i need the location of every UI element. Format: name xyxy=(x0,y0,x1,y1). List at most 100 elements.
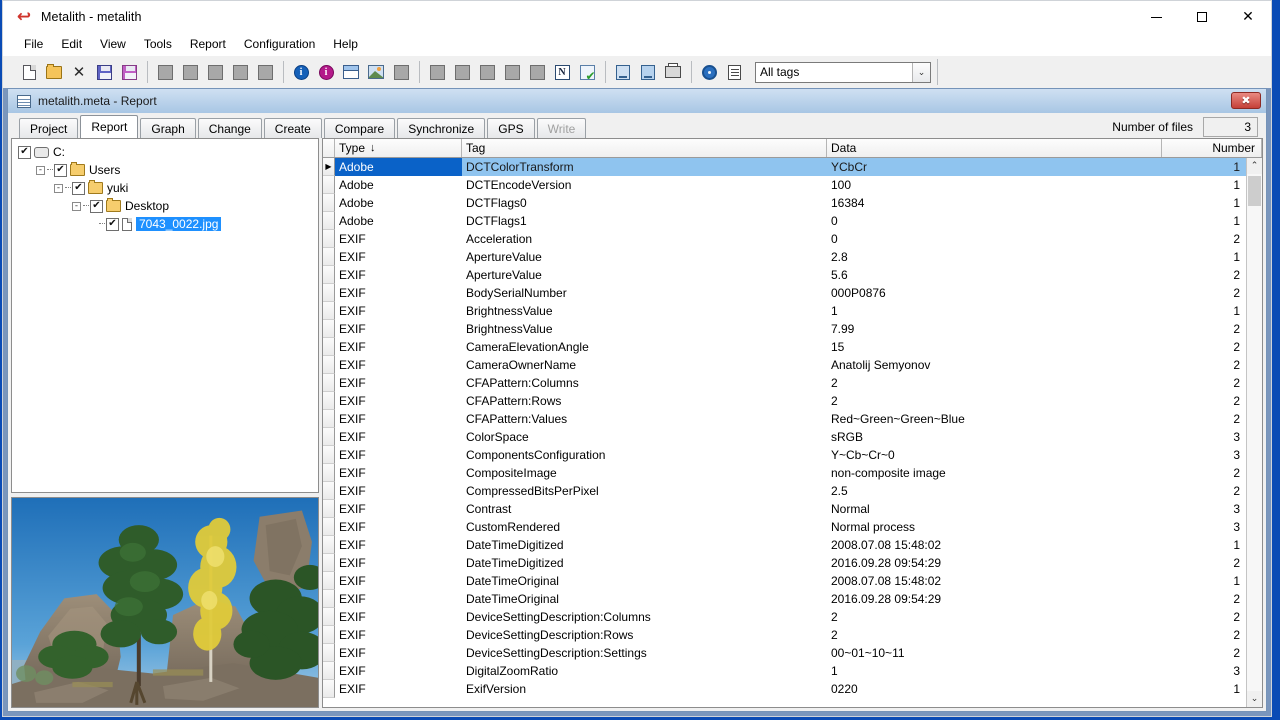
table-row[interactable]: EXIF DeviceSettingDescription:Settings 00~… xyxy=(323,644,1246,662)
row-gutter[interactable] xyxy=(323,212,335,230)
table-row[interactable]: EXIF DeviceSettingDescription:Columns 2 2 xyxy=(323,608,1246,626)
info-magenta-icon[interactable]: i xyxy=(314,61,338,84)
row-gutter[interactable] xyxy=(323,662,335,680)
blank-button-6[interactable] xyxy=(389,61,413,84)
open-file-icon[interactable] xyxy=(42,61,66,84)
blank-button-4[interactable] xyxy=(228,61,252,84)
grid-rows[interactable]: ▶ Adobe DCTColorTransform YCbCr 1 Adobe DCTEnc… xyxy=(323,158,1246,707)
tab-synchronize[interactable]: Synchronize xyxy=(397,118,486,138)
new-file-icon[interactable] xyxy=(17,61,41,84)
tree-checkbox[interactable]: ✔ xyxy=(72,181,85,195)
blank-button-10[interactable] xyxy=(500,61,524,84)
row-gutter[interactable] xyxy=(323,392,335,410)
maximize-button[interactable] xyxy=(1179,1,1225,33)
report-save-icon[interactable] xyxy=(636,61,660,84)
child-close-button[interactable]: ✖ xyxy=(1231,92,1261,109)
tab-report[interactable]: Report xyxy=(80,115,139,138)
row-gutter[interactable] xyxy=(323,680,335,698)
close-button[interactable]: ✕ xyxy=(1225,1,1271,33)
chevron-down-icon[interactable]: ⌄ xyxy=(912,62,930,82)
save-icon[interactable] xyxy=(92,61,116,84)
table-row[interactable]: EXIF CompressedBitsPerPixel 2.5 2 xyxy=(323,482,1246,500)
row-gutter[interactable] xyxy=(323,356,335,374)
row-gutter[interactable] xyxy=(323,536,335,554)
table-row[interactable]: EXIF ColorSpace sRGB 3 xyxy=(323,428,1246,446)
table-row[interactable]: EXIF DateTimeOriginal 2016.09.28 09:54:29 2 xyxy=(323,590,1246,608)
table-row[interactable]: Adobe DCTFlags1 0 1 xyxy=(323,212,1246,230)
menu-edit[interactable]: Edit xyxy=(52,35,91,53)
tree-node-yuki[interactable]: - ✔ yuki xyxy=(18,179,318,197)
menu-tools[interactable]: Tools xyxy=(135,35,181,53)
row-gutter[interactable] xyxy=(323,374,335,392)
blank-button-9[interactable] xyxy=(475,61,499,84)
table-row[interactable]: EXIF CustomRendered Normal process 3 xyxy=(323,518,1246,536)
row-gutter[interactable] xyxy=(323,446,335,464)
row-gutter[interactable] xyxy=(323,338,335,356)
row-gutter[interactable] xyxy=(323,248,335,266)
grid-header-type[interactable]: Type ↓ xyxy=(335,139,462,157)
blank-button-2[interactable] xyxy=(178,61,202,84)
menu-report[interactable]: Report xyxy=(181,35,235,53)
blank-button-5[interactable] xyxy=(253,61,277,84)
tree-node-users[interactable]: - ✔ Users xyxy=(18,161,318,179)
menu-file[interactable]: File xyxy=(15,35,52,53)
tree-node-c-[interactable]: ✔ C: xyxy=(18,143,318,161)
table-row[interactable]: EXIF CameraOwnerName Anatolij Semyonov 2 xyxy=(323,356,1246,374)
tab-graph[interactable]: Graph xyxy=(140,118,196,138)
blank-button-1[interactable] xyxy=(153,61,177,84)
row-gutter[interactable] xyxy=(323,410,335,428)
grid-header-data[interactable]: Data xyxy=(827,139,1162,157)
table-row[interactable]: EXIF DateTimeDigitized 2016.09.28 09:54:29… xyxy=(323,554,1246,572)
row-gutter[interactable] xyxy=(323,176,335,194)
tree-node-7043-0022-jpg[interactable]: ✔ 7043_0022.jpg xyxy=(18,215,318,233)
scroll-up-arrow-icon[interactable]: ⌃ xyxy=(1247,158,1262,174)
metadata-grid[interactable]: Type ↓ Tag Data Number ▶ Adobe DCTColorTra… xyxy=(322,138,1263,708)
table-row[interactable]: ▶ Adobe DCTColorTransform YCbCr 1 xyxy=(323,158,1246,176)
report-export-icon[interactable] xyxy=(611,61,635,84)
tab-gps[interactable]: GPS xyxy=(487,118,535,138)
preview-image-icon[interactable] xyxy=(364,61,388,84)
tab-create[interactable]: Create xyxy=(263,118,322,138)
menu-configuration[interactable]: Configuration xyxy=(235,35,324,53)
tab-project[interactable]: Project xyxy=(19,118,79,138)
row-gutter[interactable] xyxy=(323,590,335,608)
row-gutter[interactable] xyxy=(323,518,335,536)
blank-button-8[interactable] xyxy=(450,61,474,84)
table-row[interactable]: EXIF CompositeImage non-composite image 2 xyxy=(323,464,1246,482)
blank-button-11[interactable] xyxy=(525,61,549,84)
scroll-down-arrow-icon[interactable]: ⌄ xyxy=(1247,691,1262,707)
table-row[interactable]: EXIF ExifVersion 0220 1 xyxy=(323,680,1246,698)
tree-checkbox[interactable]: ✔ xyxy=(90,199,103,213)
info-blue-icon[interactable]: i xyxy=(289,61,313,84)
folder-tree[interactable]: ✔ C: - ✔ Users - ✔ yuki - ✔ Desktop ✔ 7043_0022.jpg xyxy=(11,138,319,493)
row-gutter[interactable] xyxy=(323,500,335,518)
table-row[interactable]: EXIF CFAPattern:Rows 2 2 xyxy=(323,392,1246,410)
row-gutter[interactable] xyxy=(323,608,335,626)
tree-expander-icon[interactable]: - xyxy=(72,201,81,211)
row-gutter[interactable] xyxy=(323,482,335,500)
scrollbar-thumb[interactable] xyxy=(1248,176,1261,206)
tree-expander-icon[interactable]: - xyxy=(36,165,45,175)
tree-checkbox[interactable]: ✔ xyxy=(106,217,119,231)
print-icon[interactable] xyxy=(661,61,685,84)
table-row[interactable]: EXIF BrightnessValue 7.99 2 xyxy=(323,320,1246,338)
table-row[interactable]: Adobe DCTEncodeVersion 100 1 xyxy=(323,176,1246,194)
tree-checkbox[interactable]: ✔ xyxy=(54,163,67,177)
n-letter-icon[interactable]: N xyxy=(550,61,574,84)
row-gutter[interactable] xyxy=(323,464,335,482)
row-gutter[interactable] xyxy=(323,230,335,248)
table-row[interactable]: EXIF DateTimeOriginal 2008.07.08 15:48:02 1 xyxy=(323,572,1246,590)
window-icon[interactable] xyxy=(339,61,363,84)
row-gutter[interactable] xyxy=(323,302,335,320)
table-row[interactable]: EXIF DigitalZoomRatio 1 3 xyxy=(323,662,1246,680)
table-row[interactable]: EXIF CameraElevationAngle 15 2 xyxy=(323,338,1246,356)
table-row[interactable]: EXIF Acceleration 0 2 xyxy=(323,230,1246,248)
table-row[interactable]: EXIF Contrast Normal 3 xyxy=(323,500,1246,518)
tree-expander-icon[interactable]: - xyxy=(54,183,63,193)
menu-view[interactable]: View xyxy=(91,35,135,53)
table-row[interactable]: EXIF DeviceSettingDescription:Rows 2 2 xyxy=(323,626,1246,644)
table-row[interactable]: EXIF CFAPattern:Columns 2 2 xyxy=(323,374,1246,392)
row-gutter[interactable] xyxy=(323,284,335,302)
row-selected-marker-icon[interactable]: ▶ xyxy=(323,158,335,176)
grid-header-tag[interactable]: Tag xyxy=(462,139,827,157)
